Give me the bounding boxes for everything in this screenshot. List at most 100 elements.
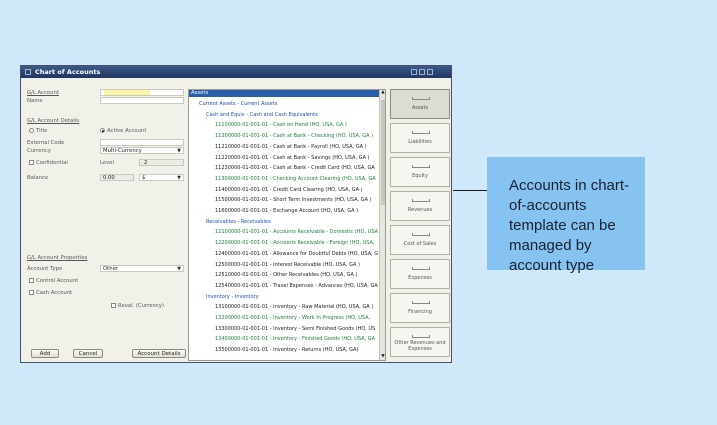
tree-row[interactable]: 12100000-01-001-01 - Accounts Receivable… [215,229,378,235]
tree-row[interactable]: 11220000-01-001-01 - Cash at Bank - Savi… [215,155,370,161]
account-details-button[interactable]: Account Details [132,349,186,358]
balance-value: 0.00 [103,175,115,181]
balance-label: Balance [27,175,49,181]
tab-label: Equity [412,173,428,179]
tree-row[interactable]: Inventory - Inventory [206,294,259,300]
reval-checkbox[interactable] [111,303,116,308]
balance-field: 0.00 [100,174,134,181]
tab-label: Liabilities [408,139,432,145]
scroll-down-icon[interactable]: ▼ [380,354,385,360]
account-tree[interactable]: Assets Current Assets - Current Assets Ca… [188,89,386,361]
chevron-down-icon: ▼ [177,175,181,181]
tree-row[interactable]: 11230000-01-001-01 - Cash at Bank - Cred… [215,165,375,171]
tab-liabilities[interactable]: Liabilities [390,123,450,153]
tab-handle-icon [412,131,430,134]
tree-row[interactable]: 12400000-01-001-01 - Allowance for Doubt… [215,251,378,257]
account-type-value: Other [103,266,119,272]
callout-connector-line [453,190,488,191]
title-option-label: Title [36,128,48,134]
tree-row[interactable]: 11100000-01-001-01 - Cash on Hand (HO, U… [215,122,347,128]
tab-label: Other Revenues and Expenses [394,340,446,352]
chevron-down-icon: ▼ [177,266,181,272]
add-button[interactable]: Add [31,349,59,358]
external-code-field[interactable] [100,139,184,146]
tab-label: Expenses [408,275,432,281]
tree-row[interactable]: Current Assets - Current Assets [199,101,277,107]
tree-row[interactable]: 13200000-01-001-01 - Inventory - Work In… [215,315,370,321]
tab-equity[interactable]: Equity [390,157,450,187]
balance-currency-select[interactable]: $ ▼ [139,174,184,181]
chevron-down-icon: ▼ [177,148,181,154]
minimize-icon[interactable] [411,69,417,75]
title-radio[interactable] [29,128,34,133]
tab-handle-icon [412,233,430,236]
tree-row[interactable]: 11500000-01-001-01 - Short Term Investme… [215,197,372,203]
tree-row[interactable]: 12500000-01-001-01 - Interest Receivable… [215,262,360,268]
name-field[interactable] [100,97,184,104]
cancel-button[interactable]: Cancel [73,349,103,358]
close-icon[interactable] [427,69,433,75]
account-type-label: Account Type [27,266,63,272]
name-label: Name [27,98,43,104]
currency-select[interactable]: Multi-Currency ▼ [100,147,184,154]
level-value: 2 [144,160,148,166]
cash-account-label: Cash Account [36,290,73,296]
control-account-label: Control Account [36,278,79,284]
cash-account-checkbox[interactable] [29,290,34,295]
tab-label: Cost of Sales [403,241,437,247]
active-account-radio[interactable] [100,128,105,133]
tree-row[interactable]: 11600000-01-001-01 - Exchange Account (H… [215,208,358,214]
gl-account-field[interactable] [100,89,184,96]
tree-row[interactable]: 12540000-01-001-01 - Travel Expenses - A… [215,283,378,289]
scroll-thumb[interactable] [381,100,385,205]
tree-row[interactable]: 13100000-01-001-01 - Inventory - Raw Mat… [215,304,373,310]
level-field: 2 [139,159,184,166]
tree-row[interactable]: 11300000-01-001-01 - Checking Account Cl… [215,176,376,182]
scroll-up-icon[interactable]: ▲ [380,90,385,96]
tree-row[interactable]: 13300000-01-001-01 - Inventory - Semi Fi… [215,326,375,332]
tree-row[interactable]: 11200000-01-001-01 - Cash at Bank - Chec… [215,133,373,139]
window-app-icon [25,69,31,75]
callout-text: Accounts in chart-of-accounts template c… [509,177,630,274]
reval-label: Reval. (Currency) [118,303,164,309]
tree-scrollbar[interactable]: ▲ ▼ [379,90,385,360]
tab-label: Revenues [407,207,433,213]
tab-label: Financing [408,309,432,315]
tab-cost-of-sales[interactable]: Cost of Sales [390,225,450,255]
active-account-label: Active Account [107,128,147,134]
tab-financing[interactable]: Financing [390,293,450,323]
tree-row[interactable]: 11210000-01-001-01 - Cash at Bank - Payr… [215,144,367,150]
tree-row[interactable]: 13500000-01-001-01 - Inventory - Returns… [215,347,358,353]
confidential-label: Confidential [36,160,68,166]
maximize-icon[interactable] [419,69,425,75]
tab-revenues[interactable]: Revenues [390,191,450,221]
tab-expenses[interactable]: Expenses [390,259,450,289]
window-title-bar[interactable]: Chart of Accounts [21,66,451,78]
properties-header: G/L Account Properties [27,255,88,261]
confidential-checkbox[interactable] [29,160,34,165]
tree-row[interactable]: Cash and Equiv - Cash and Cash Equivalen… [206,112,318,118]
tree-row[interactable]: 12510000-01-001-01 - Other Receivables (… [215,272,357,278]
external-code-label: External Code [27,140,65,146]
balance-currency-value: $ [142,175,146,181]
tree-row[interactable]: 12200000-01-001-01 - Accounts Receivable… [215,240,375,246]
currency-value: Multi-Currency [103,148,142,154]
account-type-tabs: Assets Liabilities Equity Revenues Cost of S… [390,89,450,361]
tab-handle-icon [412,199,430,202]
callout-box: Accounts in chart-of-accounts template c… [487,157,645,274]
tree-row[interactable]: 11400000-01-001-01 - Credit Card Clearin… [215,187,363,193]
tree-header-row[interactable]: Assets [189,90,381,97]
tree-row[interactable]: Receivables - Receivables [206,219,271,225]
level-label: Level [100,160,114,166]
account-type-select[interactable]: Other ▼ [100,265,184,272]
details-header: G/L Account Details [27,118,79,124]
tab-assets[interactable]: Assets [390,89,450,119]
gl-account-highlight [104,90,150,95]
tree-row[interactable]: 13400000-01-001-01 - Inventory - Finishe… [215,336,375,342]
tab-label: Assets [411,105,429,111]
control-account-checkbox[interactable] [29,278,34,283]
window-title: Chart of Accounts [35,68,101,76]
tab-handle-icon [412,301,430,304]
gl-account-label: G/L Account [27,90,59,96]
tab-other-revenues-and-expenses[interactable]: Other Revenues and Expenses [390,327,450,357]
